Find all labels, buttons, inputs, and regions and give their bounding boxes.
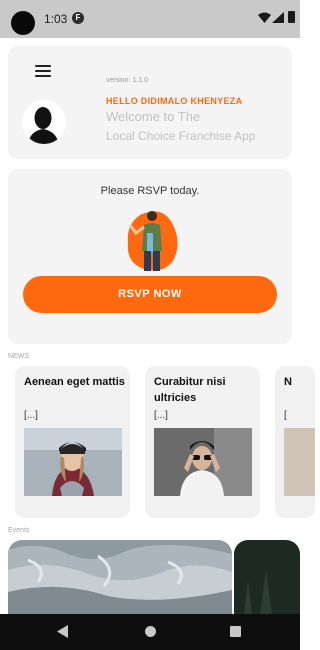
menu-icon[interactable]	[35, 65, 51, 79]
event-image	[234, 540, 300, 614]
news-title: Aenean eget mattis	[24, 376, 125, 388]
event-card[interactable]	[234, 540, 300, 614]
events-section-label: Events	[8, 527, 30, 534]
news-section-label: NEWS	[8, 353, 29, 360]
status-bar: 1:03 F	[0, 0, 300, 38]
camera-cutout	[11, 11, 35, 35]
battery-icon	[288, 11, 295, 23]
news-card[interactable]: Curabitur nisi ultricies [...]	[145, 366, 260, 518]
rsvp-now-button[interactable]: RSVP NOW	[23, 276, 277, 313]
news-card[interactable]: N [	[275, 366, 315, 518]
welcome-line-1: Welcome to The	[106, 109, 201, 124]
event-card[interactable]	[8, 540, 232, 614]
event-image	[8, 540, 232, 614]
news-title: N	[284, 376, 292, 388]
user-greeting: HELLO DIDIMALO KHENYEZA	[106, 96, 243, 106]
recent-apps-icon[interactable]	[230, 626, 241, 637]
avatar[interactable]	[22, 100, 66, 144]
news-title: Curabitur nisi ultricies	[154, 376, 226, 404]
news-image	[24, 428, 122, 496]
status-time: 1:03	[44, 12, 68, 26]
cell-signal-icon	[272, 12, 284, 23]
news-card[interactable]: Aenean eget mattis [...]	[15, 366, 130, 518]
news-excerpt: [	[284, 410, 287, 421]
app-version: version: 1.1.0	[106, 77, 149, 84]
home-icon[interactable]	[145, 626, 156, 637]
news-image	[284, 428, 315, 496]
rsvp-prompt: Please RSVP today.	[100, 185, 200, 197]
back-icon[interactable]	[57, 625, 69, 638]
phone-call-illustration	[127, 211, 178, 271]
news-image	[154, 428, 252, 496]
news-excerpt: [...]	[154, 410, 168, 421]
news-excerpt: [...]	[24, 410, 38, 421]
user-silhouette-icon	[28, 107, 59, 144]
notification-app-icon: F	[72, 12, 84, 24]
wifi-icon	[258, 12, 271, 23]
welcome-line-2: Local Choice Franchise App	[106, 129, 256, 143]
